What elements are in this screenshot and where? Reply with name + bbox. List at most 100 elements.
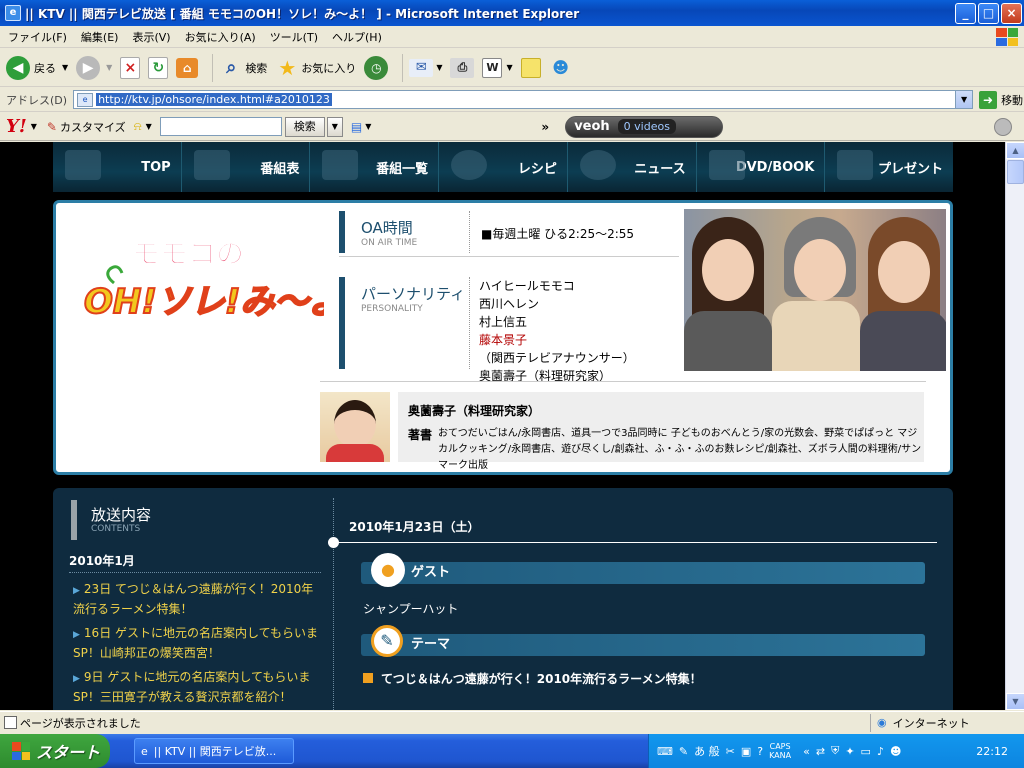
back-button[interactable]: ◀ 戻る ▼ <box>6 55 68 80</box>
search-button[interactable]: ⌕ 検索 <box>219 56 267 80</box>
alert-dropdown-icon[interactable]: ▼ <box>146 122 152 131</box>
veoh-videos-count[interactable]: 0 videos <box>617 119 676 134</box>
taskbar-window-button[interactable]: e || KTV || 関西テレビ放... <box>134 738 294 764</box>
help-icon[interactable]: ? <box>757 745 763 758</box>
yahoo-search-input[interactable] <box>159 117 282 136</box>
forward-button[interactable]: ▶ ▼ <box>76 55 112 80</box>
scroll-up-icon[interactable]: ▲ <box>1006 142 1024 159</box>
nav-label: TOP <box>141 159 171 175</box>
back-dropdown-icon[interactable]: ▼ <box>62 63 68 72</box>
volume-icon[interactable]: ♪ <box>877 745 884 758</box>
address-dropdown-icon[interactable]: ▼ <box>955 91 973 108</box>
address-url[interactable]: http://ktv.jp/ohsore/index.html#a2010123 <box>96 93 332 106</box>
keyboard-icon[interactable]: ⌨ <box>657 745 673 758</box>
episode-link-text[interactable]: 23日 てつじ＆はんつ遠藤が行く！2010年流行るラーメン特集！ <box>73 582 313 616</box>
menu-tools[interactable]: ツール(T) <box>270 29 318 45</box>
episode-link-text[interactable]: 16日 ゲストに地元の名店案内してもらいまSP！山崎邦正の爆笑西宮！ <box>73 626 318 660</box>
network-icon[interactable]: ⇄ <box>816 745 825 758</box>
nav-dvd-book[interactable]: DVD/BOOK <box>697 142 826 192</box>
ime-dictionary-icon[interactable]: ▣ <box>741 745 751 758</box>
security-icon[interactable]: ✦ <box>845 745 854 758</box>
highlight-dropdown-icon[interactable]: ▼ <box>365 122 371 131</box>
contents-section: 放送内容 CONTENTS 2010年1月 ▶ 23日 てつじ＆はんつ遠藤が行く！… <box>53 488 953 710</box>
alert-bell-icon[interactable]: ⍾ <box>134 119 142 134</box>
discuss-button[interactable] <box>520 57 541 78</box>
forward-dropdown-icon[interactable]: ▼ <box>106 63 112 72</box>
books-label: 著書 <box>408 428 433 442</box>
scroll-thumb[interactable] <box>1007 160 1024 184</box>
section-bar <box>339 277 345 369</box>
ime-mode[interactable]: あ 般 <box>694 743 720 759</box>
stop-button[interactable]: × <box>120 56 141 79</box>
home-button[interactable]: ⌂ <box>176 57 199 78</box>
settings-disc-icon[interactable] <box>994 118 1012 136</box>
personality-name-link[interactable]: 藤本景子 <box>479 333 527 347</box>
start-button[interactable]: スタート <box>0 734 110 768</box>
zone-label: インターネット <box>892 716 970 730</box>
chef-name: 奥薗壽子（料理研究家） <box>408 404 541 418</box>
tray-expand-icon[interactable]: « <box>803 745 810 758</box>
episode-link[interactable]: ▶ 16日 ゲストに地元の名店案内してもらいまSP！山崎邦正の爆笑西宮！ <box>73 624 325 662</box>
ime-icon[interactable]: ✎ <box>679 745 688 758</box>
personality-item: 奥薗壽子（料理研究家） <box>479 367 679 385</box>
favorites-button[interactable]: ★ お気に入り <box>275 56 356 80</box>
minimize-button[interactable]: _ <box>955 3 976 24</box>
messenger-button[interactable]: ☻ <box>549 56 573 80</box>
nav-program-list[interactable]: 番組一覧 <box>310 142 440 192</box>
ime-tools-icon[interactable]: ✂ <box>726 745 735 758</box>
nav-recipe[interactable]: レシピ <box>439 142 568 192</box>
clock[interactable]: 22:12 <box>976 745 1008 758</box>
menu-edit[interactable]: 編集(E) <box>81 29 119 45</box>
veoh-widget[interactable]: veoh 0 videos <box>565 115 724 138</box>
menu-favorites[interactable]: お気に入り(A) <box>185 29 256 45</box>
yahoo-logo[interactable]: Y! <box>6 116 27 137</box>
display-icon[interactable]: ▭ <box>861 745 871 758</box>
nav-news[interactable]: ニュース <box>568 142 697 192</box>
search-options-dropdown-icon[interactable]: ▼ <box>326 116 343 137</box>
guest-header: ● ゲスト <box>361 553 925 587</box>
edit-button[interactable]: W ▼ <box>482 57 513 78</box>
vertical-scrollbar[interactable]: ▲ ▼ <box>1005 142 1024 710</box>
ie-app-icon[interactable]: e <box>5 5 21 21</box>
yahoo-search-button[interactable]: 検索 <box>284 116 325 137</box>
menu-file[interactable]: ファイル(F) <box>8 29 67 45</box>
title-bar[interactable]: e || KTV || 関西テレビ放送 [ 番組 モモコのOH！ソレ！み〜よ！ … <box>0 0 1024 26</box>
print-button[interactable]: ⎙ <box>450 57 475 78</box>
menu-help[interactable]: ヘルプ(H) <box>332 29 382 45</box>
refresh-button[interactable]: ↻ <box>148 56 169 79</box>
note-icon <box>520 57 541 78</box>
address-label: アドレス(D) <box>6 93 68 107</box>
status-bar: ページが表示されました ◉ インターネット <box>0 711 1024 733</box>
personality-name: 村上信五 <box>479 315 528 329</box>
word-edit-icon: W <box>482 57 503 78</box>
menu-view[interactable]: 表示(V) <box>132 29 170 45</box>
edit-dropdown-icon[interactable]: ▼ <box>506 63 512 72</box>
nav-top[interactable]: TOP <box>53 142 182 192</box>
section-bar <box>71 500 77 540</box>
maximize-button[interactable]: □ <box>978 3 999 24</box>
address-input[interactable]: e http://ktv.jp/ohsore/index.html#a20101… <box>73 90 974 109</box>
nav-schedule[interactable]: 番組表 <box>182 142 311 192</box>
personality-role: （関西テレビアナウンサー） <box>479 351 635 365</box>
episode-link-text[interactable]: 9日 ゲストに地元の名店案内してもらいまSP！三田寛子が教える贅沢京都を紹介！ <box>73 670 310 704</box>
mail-dropdown-icon[interactable]: ▼ <box>436 63 442 72</box>
messenger-icon[interactable]: ☻ <box>890 745 901 758</box>
shield-icon[interactable]: ⛨ <box>831 744 839 758</box>
bullet-arrow-icon: ▶ <box>73 630 80 640</box>
program-logo[interactable]: モモコの OH!ソレ!み〜よ! <box>84 213 324 353</box>
schedule-icon <box>193 150 230 180</box>
windows-logo-icon <box>996 28 1018 46</box>
toolbar-overflow-icon[interactable]: » <box>541 120 549 134</box>
customize-label[interactable]: カスタマイズ <box>60 119 126 135</box>
scroll-down-icon[interactable]: ▼ <box>1006 693 1024 710</box>
nav-present[interactable]: プレゼント <box>825 142 953 192</box>
episode-link[interactable]: ▶ 23日 てつじ＆はんつ遠藤が行く！2010年流行るラーメン特集！ <box>73 580 325 618</box>
highlight-icon[interactable]: ▤ <box>351 120 362 134</box>
yahoo-dropdown-icon[interactable]: ▼ <box>31 122 37 131</box>
mail-button[interactable]: ✉ ▼ <box>409 58 442 77</box>
history-button[interactable]: ◷ <box>364 55 389 80</box>
photo-person-face <box>878 241 930 303</box>
episode-link[interactable]: ▶ 9日 ゲストに地元の名店案内してもらいまSP！三田寛子が教える贅沢京都を紹介！ <box>73 668 325 706</box>
go-button[interactable]: ➜ 移動 <box>979 90 1023 109</box>
close-button[interactable]: × <box>1001 3 1022 24</box>
